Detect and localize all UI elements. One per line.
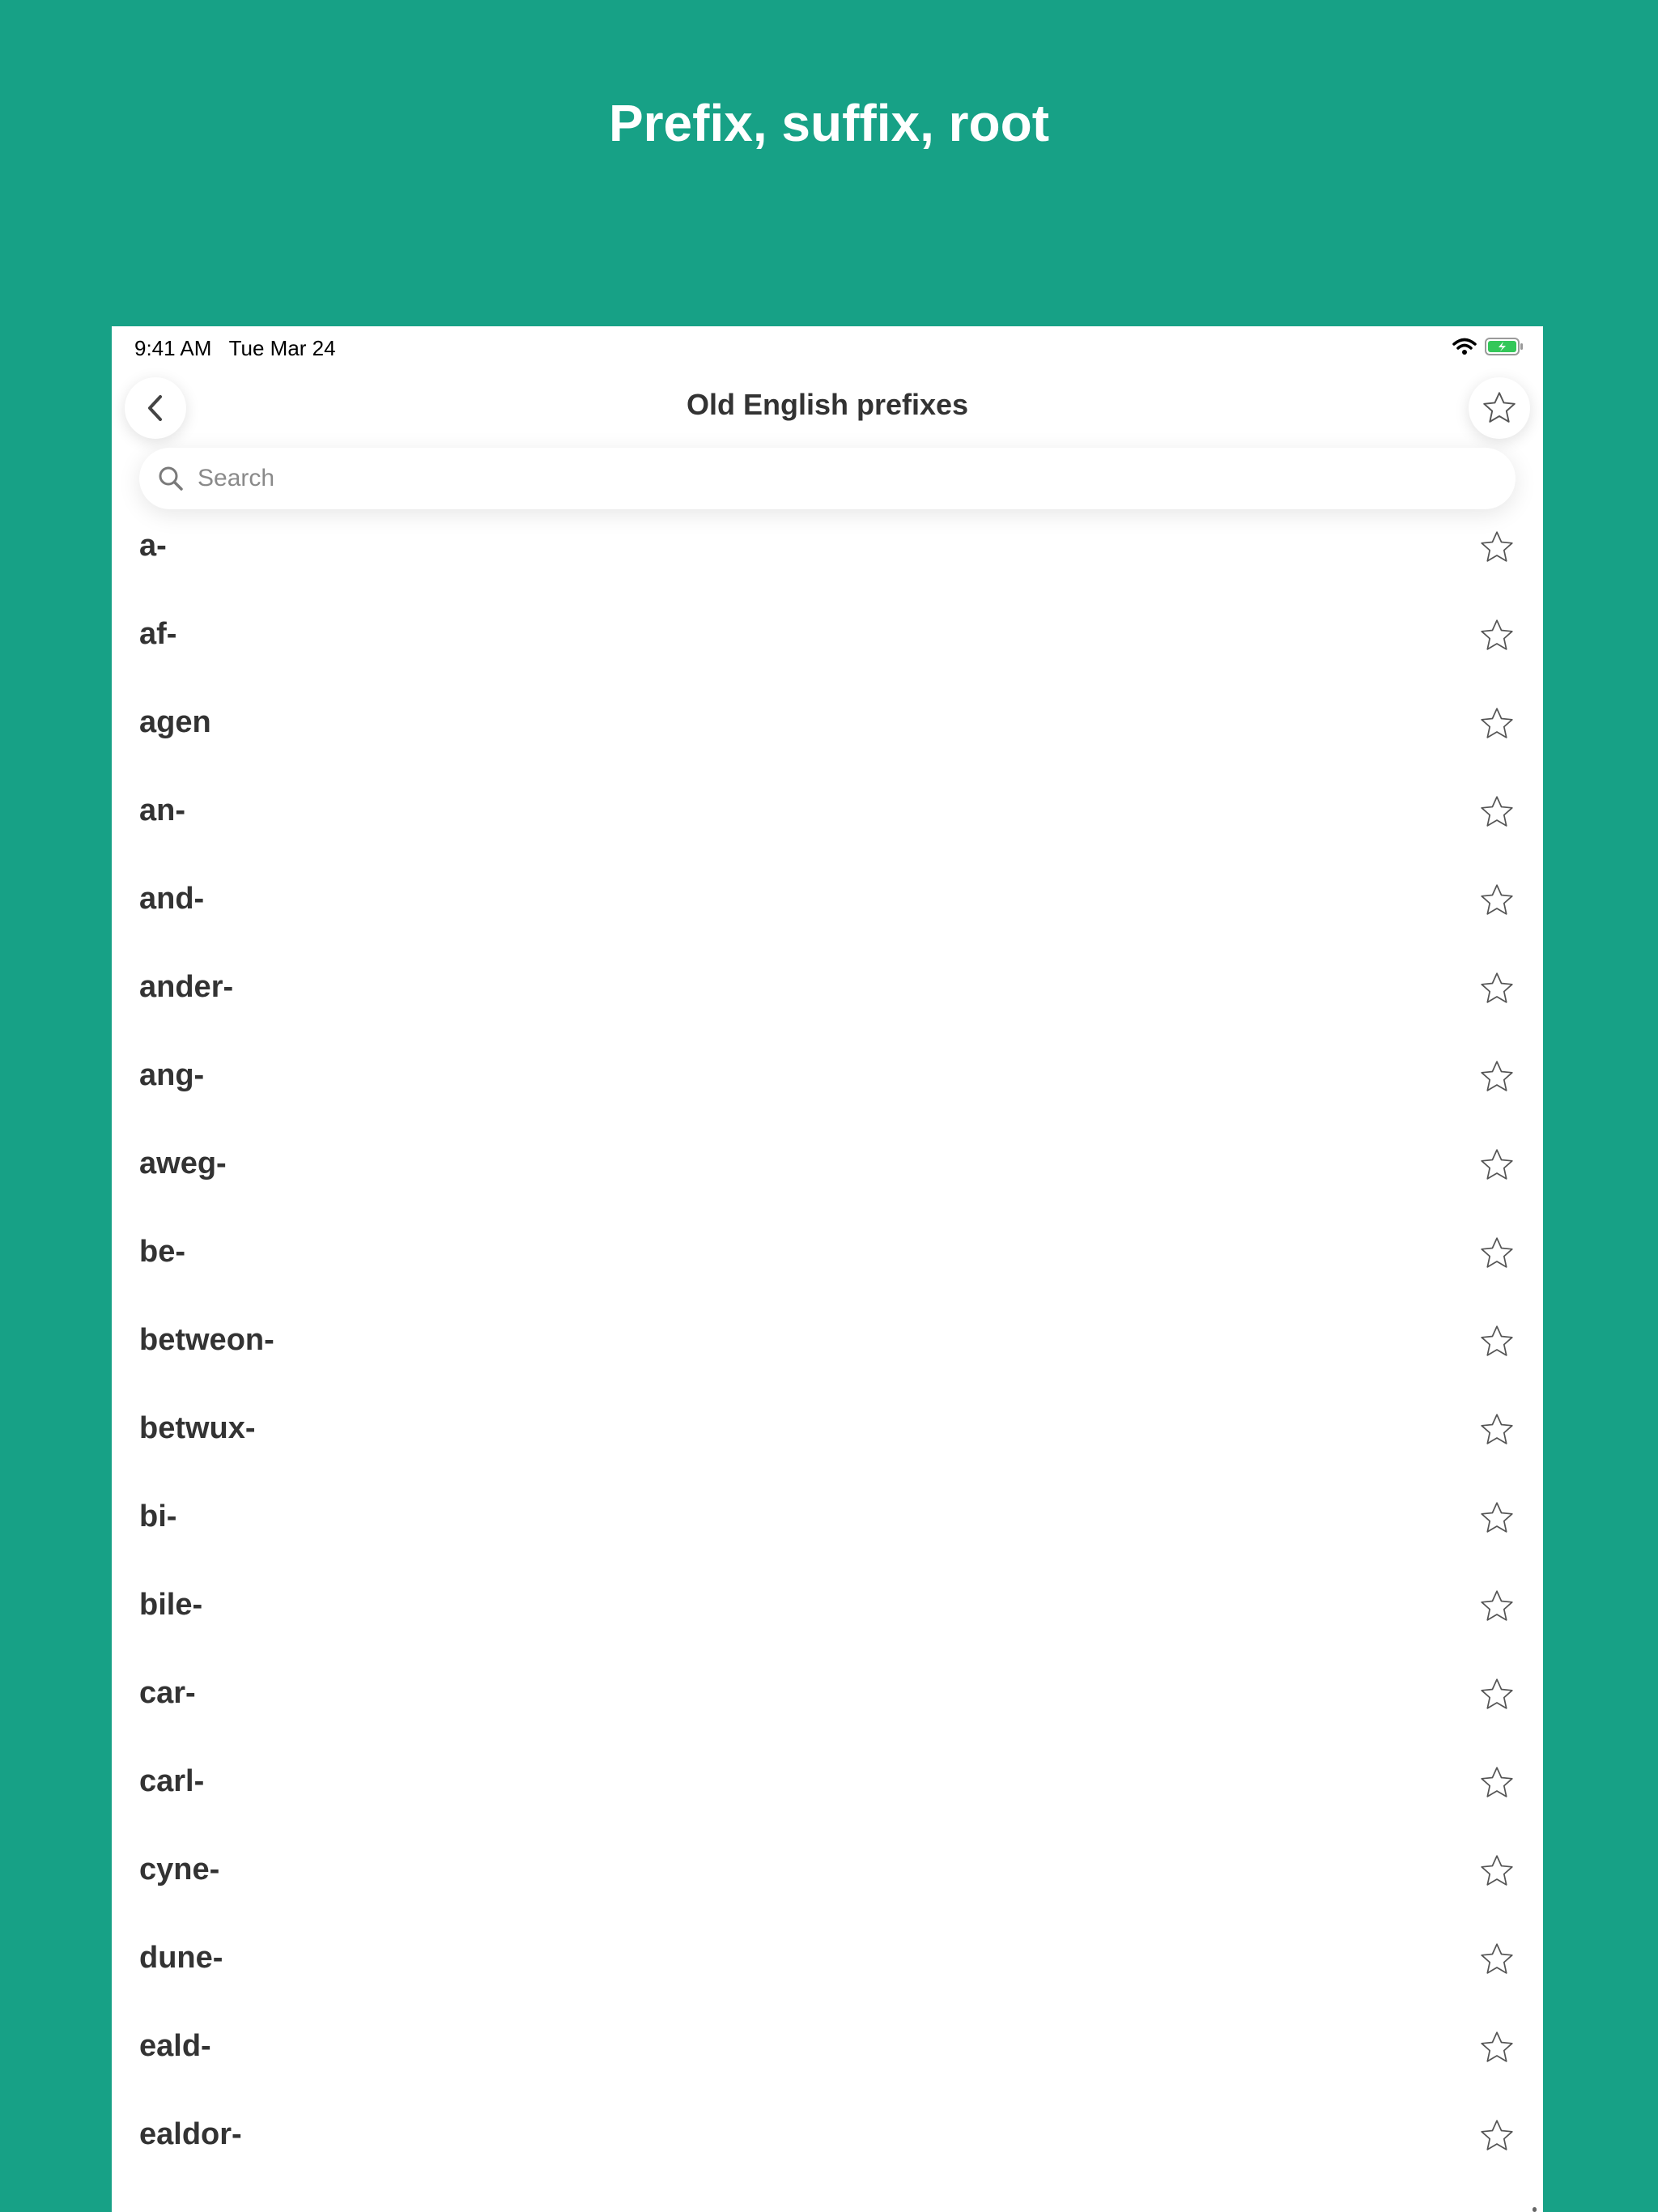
list-item[interactable]: a- xyxy=(112,503,1543,591)
star-icon[interactable] xyxy=(1478,970,1516,1007)
list-item-label: bi- xyxy=(139,1499,177,1534)
star-icon[interactable] xyxy=(1478,1941,1516,1978)
list-item-label: cyne- xyxy=(139,1853,220,1887)
star-icon[interactable] xyxy=(1478,1588,1516,1625)
prefix-list: a-af-agen an-and-ander-ang-aweg-be-betweo… xyxy=(112,503,1543,2180)
list-item-label: betweon- xyxy=(139,1323,274,1357)
list-item[interactable]: betweon- xyxy=(112,1297,1543,1385)
list-item-label: ealdor- xyxy=(139,2117,242,2151)
list-item[interactable]: betwux- xyxy=(112,1385,1543,1474)
star-icon[interactable] xyxy=(1478,1676,1516,1713)
star-icon[interactable] xyxy=(1478,1146,1516,1184)
star-icon[interactable] xyxy=(1478,1323,1516,1360)
star-icon[interactable] xyxy=(1478,1499,1516,1537)
star-icon[interactable] xyxy=(1478,1853,1516,1890)
list-item[interactable]: agen xyxy=(112,679,1543,768)
list-item-label: af- xyxy=(139,617,177,651)
star-icon[interactable] xyxy=(1478,2117,1516,2155)
list-item-label: car- xyxy=(139,1676,196,1710)
list-item-label: ander- xyxy=(139,970,234,1004)
star-icon[interactable] xyxy=(1478,1764,1516,1802)
list-item[interactable]: bile- xyxy=(112,1562,1543,1650)
back-button[interactable] xyxy=(125,377,186,439)
search-icon xyxy=(159,466,183,491)
search-bar[interactable] xyxy=(139,448,1516,509)
list-item-label: ang- xyxy=(139,1058,205,1092)
star-icon[interactable] xyxy=(1478,617,1516,654)
list-item[interactable]: carl- xyxy=(112,1738,1543,1827)
device-screen: 9:41 AM Tue Mar 24 Old English prefixes xyxy=(112,326,1543,2212)
status-time: 9:41 AM Tue Mar 24 xyxy=(134,336,336,360)
list-item-label: an- xyxy=(139,793,185,827)
list-item-label: bile- xyxy=(139,1588,203,1622)
list-item-label: aweg- xyxy=(139,1146,227,1180)
favorites-button[interactable] xyxy=(1469,377,1530,439)
star-icon[interactable] xyxy=(1478,1235,1516,1272)
search-input[interactable] xyxy=(196,464,1516,493)
list-item[interactable]: ander- xyxy=(112,944,1543,1032)
list-item[interactable]: cyne- xyxy=(112,1827,1543,1915)
wifi-icon xyxy=(1452,338,1477,355)
chevron-left-icon xyxy=(148,395,162,421)
star-icon[interactable] xyxy=(1478,529,1516,566)
list-item[interactable]: an- xyxy=(112,768,1543,856)
list-item[interactable]: af- xyxy=(112,591,1543,679)
list-item-label: eald- xyxy=(139,2029,211,2063)
list-item-label: agen xyxy=(139,705,211,739)
star-icon[interactable] xyxy=(1478,1411,1516,1448)
list-item[interactable]: aweg- xyxy=(112,1121,1543,1209)
status-icons xyxy=(1452,338,1524,355)
star-icon[interactable] xyxy=(1478,1058,1516,1095)
scroll-indicator[interactable] xyxy=(1533,2207,1537,2212)
list-item[interactable]: dune- xyxy=(112,1915,1543,2003)
list-item[interactable]: bi- xyxy=(112,1474,1543,1562)
list-item-label: a- xyxy=(139,529,167,563)
list-item[interactable]: eald- xyxy=(112,2003,1543,2091)
nav-bar: Old English prefixes xyxy=(112,372,1543,443)
list-item[interactable]: car- xyxy=(112,1650,1543,1738)
list-item[interactable]: and- xyxy=(112,856,1543,944)
star-icon[interactable] xyxy=(1478,882,1516,919)
list-item[interactable]: be- xyxy=(112,1209,1543,1297)
list-item-label: be- xyxy=(139,1235,185,1269)
status-bar: 9:41 AM Tue Mar 24 xyxy=(112,326,1543,372)
list-item[interactable]: ang- xyxy=(112,1032,1543,1121)
list-item-label: and- xyxy=(139,882,205,916)
star-icon xyxy=(1483,392,1516,423)
list-item-label: dune- xyxy=(139,1941,223,1975)
star-icon[interactable] xyxy=(1478,705,1516,742)
page-title: Old English prefixes xyxy=(686,388,969,421)
list-item[interactable]: ealdor- xyxy=(112,2091,1543,2180)
star-icon[interactable] xyxy=(1478,793,1516,831)
battery-icon xyxy=(1485,338,1523,355)
list-item-label: betwux- xyxy=(139,1411,256,1445)
star-icon[interactable] xyxy=(1478,2029,1516,2066)
promo-title: Prefix, suffix, root xyxy=(608,94,1050,152)
list-item-label: carl- xyxy=(139,1764,205,1798)
